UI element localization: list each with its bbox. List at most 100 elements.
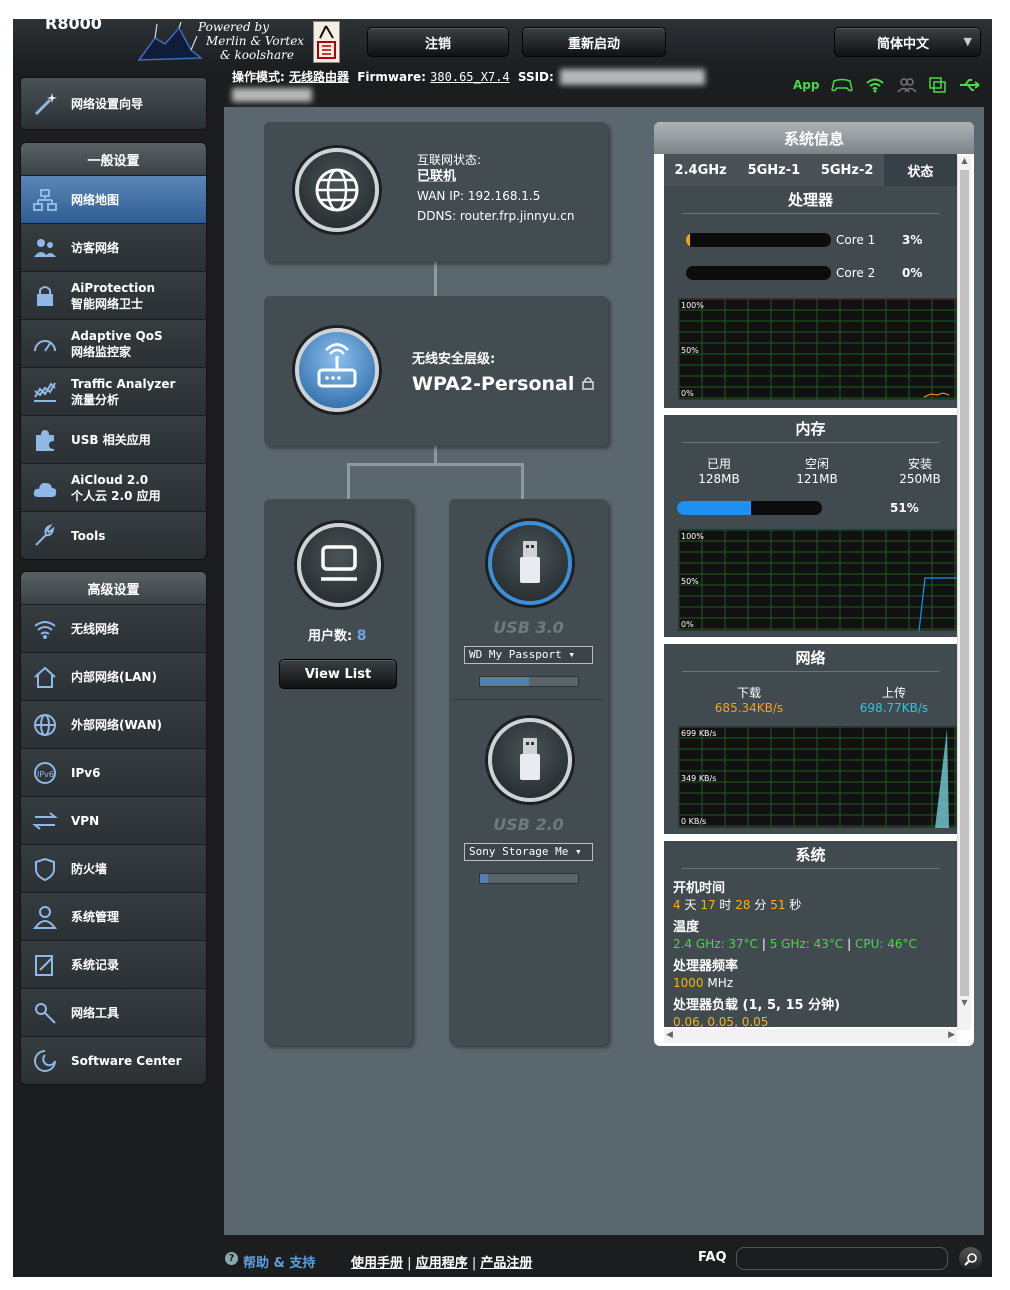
svg-text:IPv6: IPv6 xyxy=(37,770,54,779)
scroll-up-icon[interactable]: ▲ xyxy=(958,156,971,168)
computer-icon[interactable] xyxy=(297,523,381,607)
users-status-icon[interactable] xyxy=(897,77,918,93)
core1-label: Core 1 xyxy=(836,233,876,247)
op-mode-link[interactable]: 无线路由器 xyxy=(289,70,349,84)
sidebar-item-home[interactable]: 内部网络(LAN) xyxy=(21,652,206,700)
sidebar-item-label: VPN xyxy=(71,813,100,828)
upload-value: 698.77KB/s xyxy=(859,701,929,715)
apps-link[interactable]: 应用程序 xyxy=(416,1256,468,1271)
gauge-icon xyxy=(31,330,59,358)
connector-line xyxy=(434,262,437,296)
firmware-link[interactable]: 380.65_X7.4 xyxy=(430,70,509,84)
log-icon xyxy=(31,951,59,979)
tab-status[interactable]: 状态 xyxy=(883,154,957,186)
usb-status-icon[interactable] xyxy=(959,78,981,92)
reboot-button[interactable]: 重新启动 xyxy=(522,27,666,57)
cpu-title: 处理器 xyxy=(682,186,939,214)
gamepad-icon[interactable] xyxy=(831,77,854,93)
sidebar-item-label: AiCloud 2.0 个人云 2.0 应用 xyxy=(71,472,161,503)
internet-status-value[interactable]: 已联机 xyxy=(417,168,574,186)
clients-count-row: 用户数: 8 xyxy=(308,625,366,644)
globe-icon[interactable] xyxy=(295,148,379,232)
usb3-usage-bar xyxy=(479,676,579,687)
system-panel: 系统 开机时间 4 天 17 时 28 分 51 秒 温度 2.4 GHz: 3… xyxy=(664,841,957,1027)
sidebar-item-shield[interactable]: 防火墙 xyxy=(21,844,206,892)
upload-stat: 上传 698.77KB/s xyxy=(839,686,949,716)
horizontal-scrollbar[interactable]: ◀ ▶ xyxy=(664,1029,957,1043)
advanced-menu: 无线网络内部网络(LAN) 外部网络(WAN) IPv6 IPv6 VPN 防火墙系统管理… xyxy=(21,604,206,1084)
sidebar-item-vpn[interactable]: VPN xyxy=(21,796,206,844)
firmware-label: Firmware: xyxy=(357,70,426,84)
security-label: 无线安全层级: xyxy=(412,352,496,367)
scroll-down-icon[interactable]: ▼ xyxy=(958,998,971,1010)
status-icons: App xyxy=(793,77,981,93)
uptime-label: 开机时间 xyxy=(673,881,726,896)
shield-icon xyxy=(31,855,59,883)
sidebar-item-cloud[interactable]: AiCloud 2.0 个人云 2.0 应用 xyxy=(21,463,206,511)
sidebar-item-guest-network[interactable]: 访客网络 xyxy=(21,223,206,271)
tab-5g1[interactable]: 5GHz-1 xyxy=(737,154,810,186)
security-info: 无线安全层级: WPA2-Personal xyxy=(412,348,595,395)
sidebar-item-puzzle[interactable]: USB 相关应用 xyxy=(21,415,206,463)
temperature-values: 2.4 GHz: 37°C | 5 GHz: 43°C | CPU: 46°C xyxy=(673,937,917,951)
core1-bar xyxy=(686,233,831,247)
tab-2g[interactable]: 2.4GHz xyxy=(664,154,737,186)
sidebar-item-software[interactable]: Software Center xyxy=(21,1036,206,1084)
traffic-icon xyxy=(31,378,59,406)
internet-info: 互联网状态: 已联机 WAN IP: 192.168.1.5 DDNS: rou… xyxy=(417,152,574,226)
sidebar-item-gauge[interactable]: Adaptive QoS 网络监控家 xyxy=(21,319,206,367)
tab-5g2[interactable]: 5GHz-2 xyxy=(811,154,884,186)
general-settings-group: 一般设置 网络地图 访客网络 AiProtection 智能网络卫士 Adaptive … xyxy=(20,142,207,560)
sidebar-item-label: 系统管理 xyxy=(71,909,120,924)
system-info-panel: 系统信息 2.4GHz 5GHz-1 5GHz-2 状态 处理器 Core 1 … xyxy=(654,122,974,1046)
mem-used: 已用 128MB xyxy=(689,457,749,487)
sidebar-item-traffic[interactable]: Traffic Analyzer 流量分析 xyxy=(21,367,206,415)
cloud-icon xyxy=(31,474,59,502)
home-icon xyxy=(31,663,59,691)
vertical-scrollbar[interactable]: ▲ ▼ xyxy=(957,156,971,1030)
network-title: 网络 xyxy=(682,644,939,672)
setup-wizard-button[interactable]: 网络设置向导 xyxy=(20,77,207,130)
router-icon[interactable] xyxy=(295,328,379,412)
sidebar-item-network-map[interactable]: 网络地图 xyxy=(21,175,206,223)
app-link[interactable]: App xyxy=(793,78,819,92)
faq-search-input[interactable] xyxy=(736,1247,948,1270)
sidebar-item-log[interactable]: 系统记录 xyxy=(21,940,206,988)
sidebar-item-wrench[interactable]: Tools xyxy=(21,511,206,559)
wrench-icon xyxy=(31,522,59,550)
wifi-status-icon[interactable] xyxy=(865,77,885,93)
sidebar-item-label: 无线网络 xyxy=(71,621,120,636)
sidebar-item-label: Adaptive QoS 网络监控家 xyxy=(71,328,163,359)
sidebar-item-user[interactable]: 系统管理 xyxy=(21,892,206,940)
usb2-device-select[interactable]: Sony Storage Me ▾ xyxy=(464,843,593,861)
memory-history-chart: 100% 50% 0% xyxy=(678,529,958,632)
manual-link[interactable]: 使用手册 xyxy=(351,1256,403,1271)
copy-status-icon[interactable] xyxy=(929,77,947,93)
sidebar-item-tools[interactable]: 网络工具 xyxy=(21,988,206,1036)
sidebar-item-wifi[interactable]: 无线网络 xyxy=(21,604,206,652)
scroll-left-icon[interactable]: ◀ xyxy=(666,1030,673,1040)
sidebar-item-globe[interactable]: 外部网络(WAN) xyxy=(21,700,206,748)
language-select[interactable]: 简体中文 ▼ xyxy=(834,27,981,57)
network-map-icon xyxy=(31,186,59,214)
register-link[interactable]: 产品注册 xyxy=(480,1256,532,1271)
usb-drive-icon-2[interactable] xyxy=(488,718,572,802)
help-support-link[interactable]: 帮助 & 支持 xyxy=(243,1252,315,1271)
op-mode-label: 操作模式: xyxy=(232,70,285,84)
user-icon xyxy=(31,903,59,931)
logout-button[interactable]: 注销 xyxy=(367,27,509,57)
mem-bar-fill xyxy=(677,501,751,515)
core2-label: Core 2 xyxy=(836,266,876,280)
memory-usage-line xyxy=(918,577,958,632)
sidebar-item-label: 网络地图 xyxy=(71,192,120,207)
download-label: 下载 xyxy=(736,686,761,700)
sidebar-item-ipv6[interactable]: IPv6 IPv6 xyxy=(21,748,206,796)
usb3-device-select[interactable]: WD My Passport ▾ xyxy=(464,646,593,664)
usb-drive-icon[interactable] xyxy=(488,521,572,605)
search-icon[interactable] xyxy=(959,1247,982,1270)
sidebar-item-label: Tools xyxy=(71,528,106,543)
scroll-thumb[interactable] xyxy=(960,170,969,996)
scroll-right-icon[interactable]: ▶ xyxy=(948,1030,955,1040)
view-list-button[interactable]: View List xyxy=(279,659,397,689)
sidebar-item-lock[interactable]: AiProtection 智能网络卫士 xyxy=(21,271,206,319)
